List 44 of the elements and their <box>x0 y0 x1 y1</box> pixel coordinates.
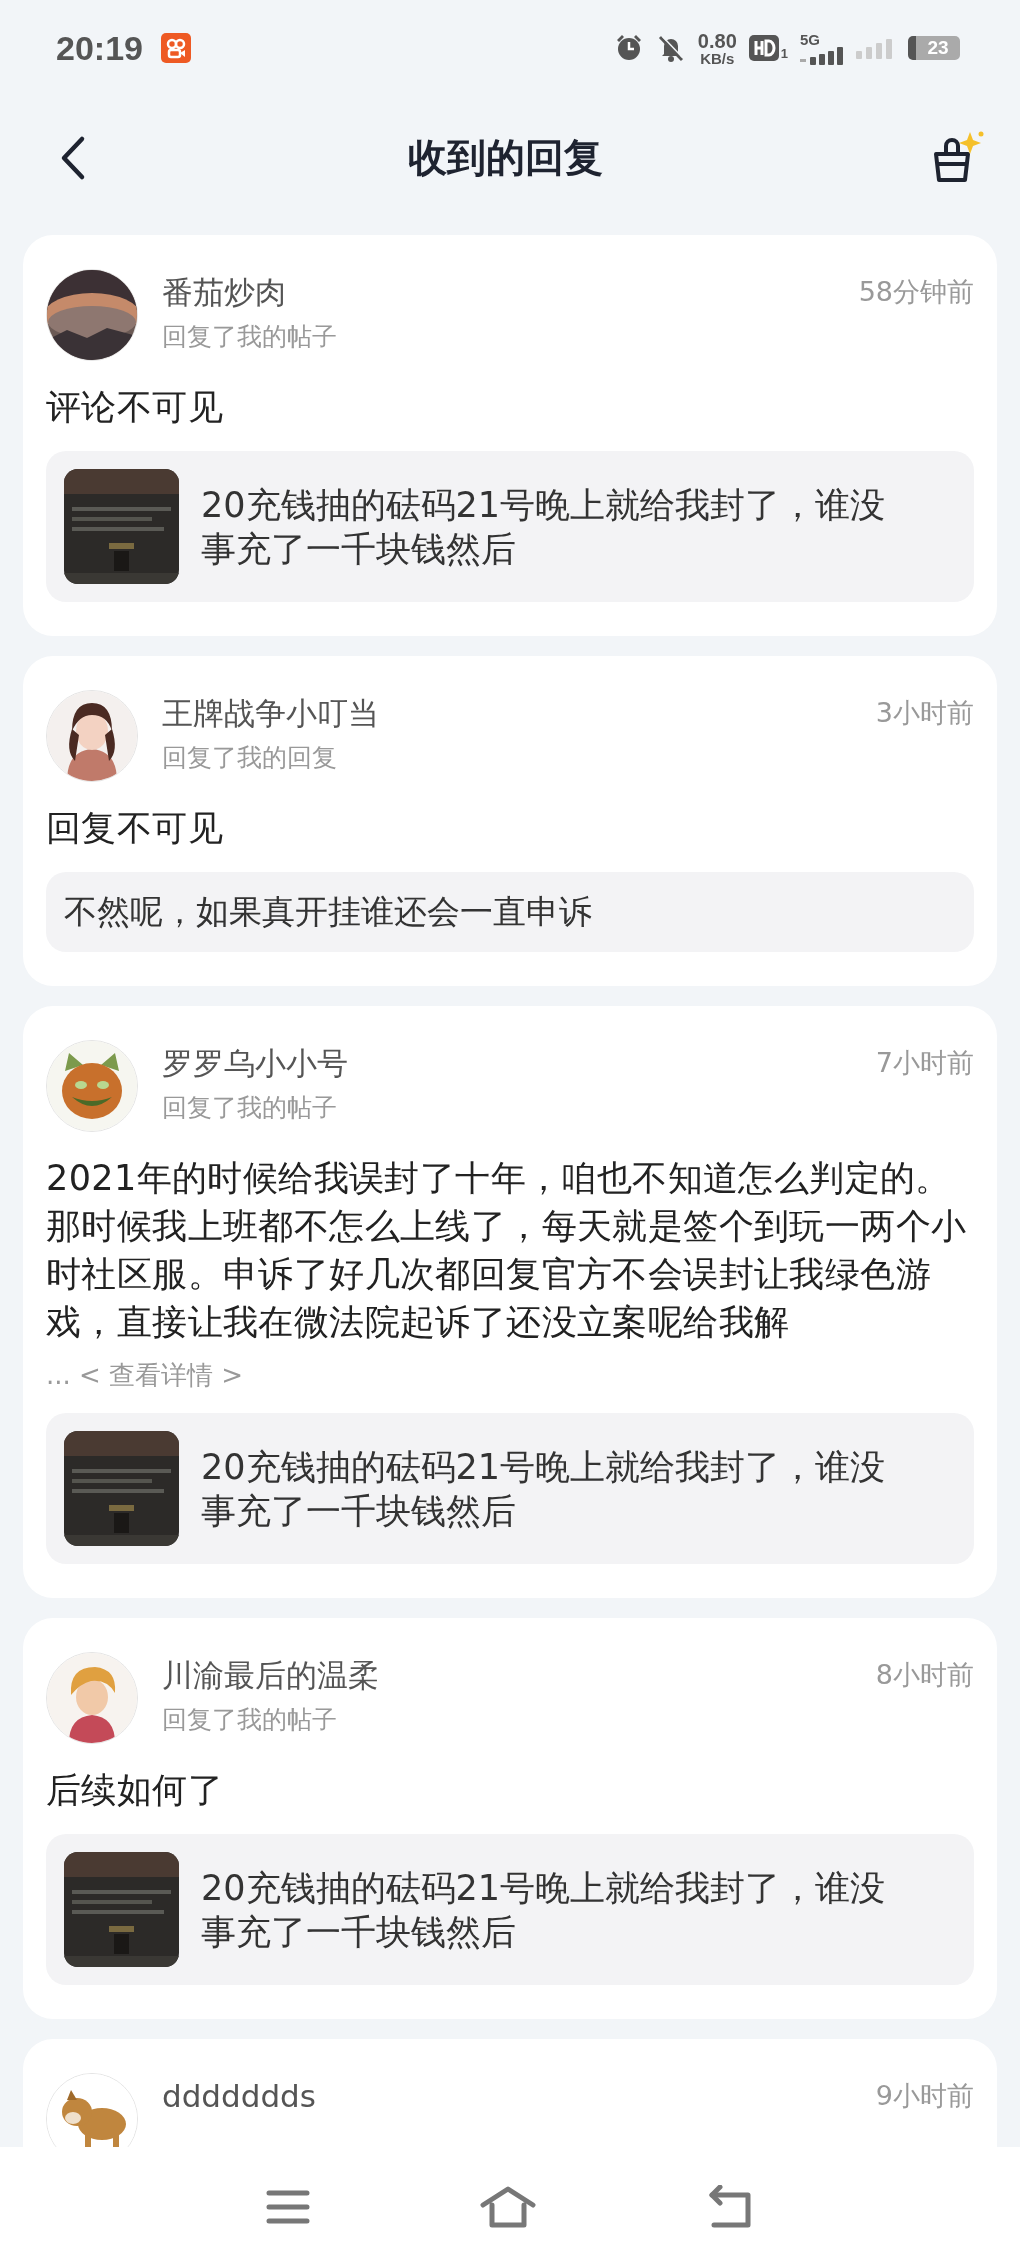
back-icon <box>706 2185 754 2229</box>
speed-unit: KB/s <box>700 50 735 66</box>
reply-time: 9小时前 <box>875 2079 974 2113</box>
quoted-post[interactable]: 20充钱抽的砝码21号晚上就给我封了，谁没事充了一千块钱然后 <box>46 451 974 602</box>
hd-slot-number: 1 <box>780 46 788 61</box>
reply-time: 3小时前 <box>875 696 974 730</box>
reply-text: 回复不可见 <box>46 807 224 850</box>
status-time: 20:19 <box>56 28 143 68</box>
reply-time: 7小时前 <box>875 1046 974 1080</box>
reply-action: 回复了我的帖子 <box>162 1092 338 1124</box>
username[interactable]: ddddddds <box>162 2075 876 2117</box>
reply-action: 回复了我的回复 <box>162 742 338 774</box>
network-speed: 0.80 <box>697 30 737 51</box>
reply-text: 后续如何了 <box>46 1769 224 1812</box>
back-nav-button[interactable] <box>706 2185 754 2229</box>
reply-text: 2021年的时候给我误封了十年，咱也不知道怎么判定的。那时候我上班都不怎么上线了，每天就是签个到玩一两个小时社区服。申诉了好几次都回复官方不会误封让我绿色游戏，直接让我在微法院起诉了还没立案呢给我解 <box>46 1157 968 1344</box>
username[interactable]: 王牌战争小叮当 <box>162 692 876 734</box>
back-button[interactable] <box>60 135 86 181</box>
reply-time: 58分钟前 <box>858 275 974 309</box>
quoted-post[interactable]: 20充钱抽的砝码21号晚上就给我封了，谁没事充了一千块钱然后 <box>46 1834 974 1985</box>
quoted-text: 20充钱抽的砝码21号晚上就给我封了，谁没事充了一千块钱然后 <box>201 1445 887 1533</box>
app-notification-icon <box>160 33 191 63</box>
menu-button[interactable] <box>266 2189 310 2225</box>
page-title: 收到的回复 <box>407 134 603 182</box>
signal-icon <box>800 46 844 65</box>
quoted-post[interactable]: 不然呢，如果真开挂谁还会一直申诉 <box>46 872 974 952</box>
menu-icon <box>266 2189 310 2225</box>
quoted-text: 20充钱抽的砝码21号晚上就给我封了，谁没事充了一千块钱然后 <box>201 483 887 571</box>
reply-action: 回复了我的帖子 <box>162 1704 338 1736</box>
back-icon <box>60 135 86 181</box>
quoted-text: 不然呢，如果真开挂谁还会一直申诉 <box>64 891 592 933</box>
battery-level: 23 <box>927 37 949 59</box>
network-type: 5G <box>800 31 820 47</box>
username[interactable]: 川渝最后的温柔 <box>162 1654 876 1696</box>
quoted-text: 20充钱抽的砝码21号晚上就给我封了，谁没事充了一千块钱然后 <box>201 1866 887 1954</box>
home-button[interactable] <box>480 2185 536 2229</box>
home-icon <box>480 2185 536 2229</box>
quoted-post[interactable]: 20充钱抽的砝码21号晚上就给我封了，谁没事充了一千块钱然后 <box>46 1413 974 1564</box>
hd-icon <box>748 35 779 61</box>
reply-time: 8小时前 <box>875 1658 974 1692</box>
reply-action: 回复了我的帖子 <box>162 321 338 353</box>
username[interactable]: 罗罗乌小小号 <box>162 1042 876 1084</box>
username[interactable]: 番茄炒肉 <box>162 271 859 313</box>
reply-text: 评论不可见 <box>46 386 224 429</box>
